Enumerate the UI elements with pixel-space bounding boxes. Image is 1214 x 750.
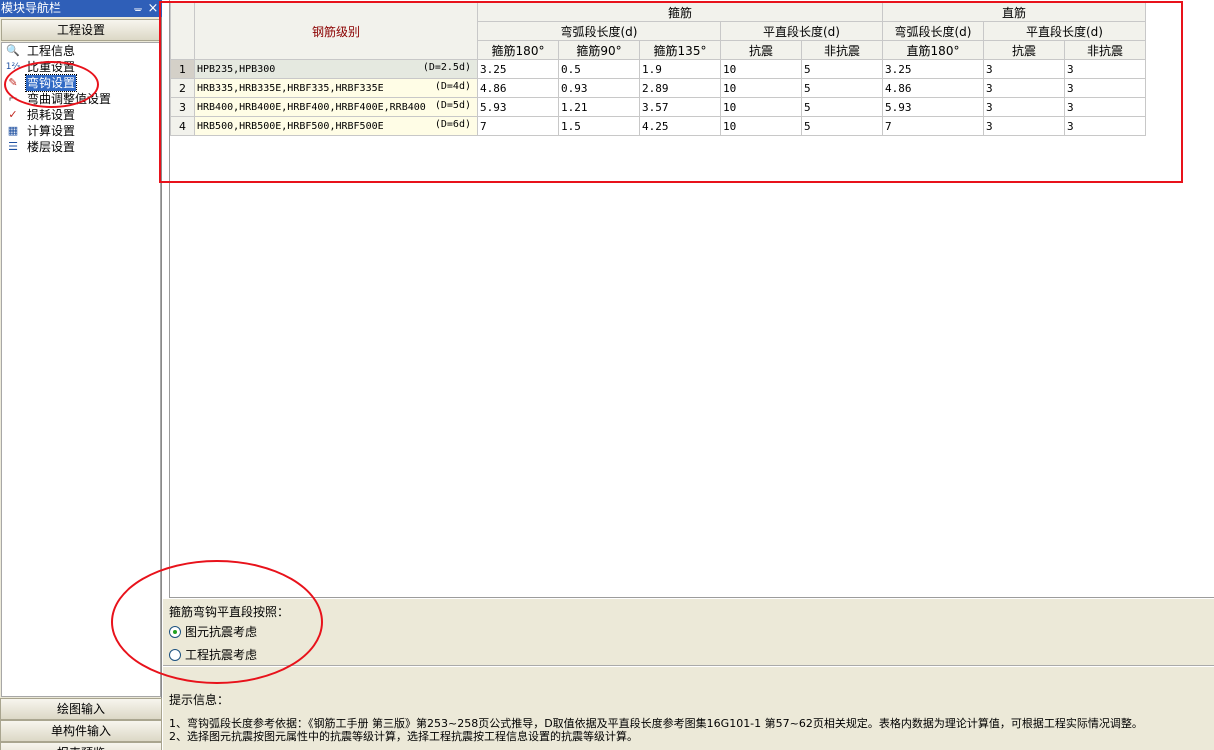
- project-settings-section-button[interactable]: 工程设置: [1, 19, 161, 41]
- drawing-input-button[interactable]: 绘图输入: [0, 698, 162, 720]
- magnifier-doc-icon: 🔍: [6, 44, 20, 57]
- report-preview-button[interactable]: 报表预览: [0, 742, 162, 750]
- annotation-ellipse-options: [111, 560, 323, 684]
- pin-icon[interactable]: ᚚ: [131, 0, 145, 17]
- nav-item-label: 楼层设置: [27, 140, 76, 154]
- tips-panel: 提示信息： 1、弯钩弧段长度参考依据：《钢筋工手册 第三版》第253~258页公…: [163, 667, 1214, 750]
- annotation-rectangle: [159, 1, 1183, 183]
- loss-check-icon: ✓: [8, 108, 18, 121]
- nav-item-label: 工程信息: [27, 44, 76, 58]
- tips-title: 提示信息：: [169, 693, 230, 707]
- single-component-input-button[interactable]: 单构件输入: [0, 720, 162, 742]
- nav-title-text: 模块导航栏: [1, 1, 62, 15]
- close-icon[interactable]: ×: [146, 0, 160, 17]
- nav-item-label: 计算设置: [27, 124, 76, 138]
- nav-item-label: 损耗设置: [27, 108, 76, 122]
- floors-stack-icon: ☰: [8, 140, 18, 153]
- calc-settings-icon: ▦: [7, 124, 19, 137]
- tip-line-2: 2、选择图元抗震按图元属性中的抗震等级计算，选择工程抗震按工程信息设置的抗震等级…: [169, 730, 638, 743]
- annotation-ellipse-nav: [4, 61, 99, 108]
